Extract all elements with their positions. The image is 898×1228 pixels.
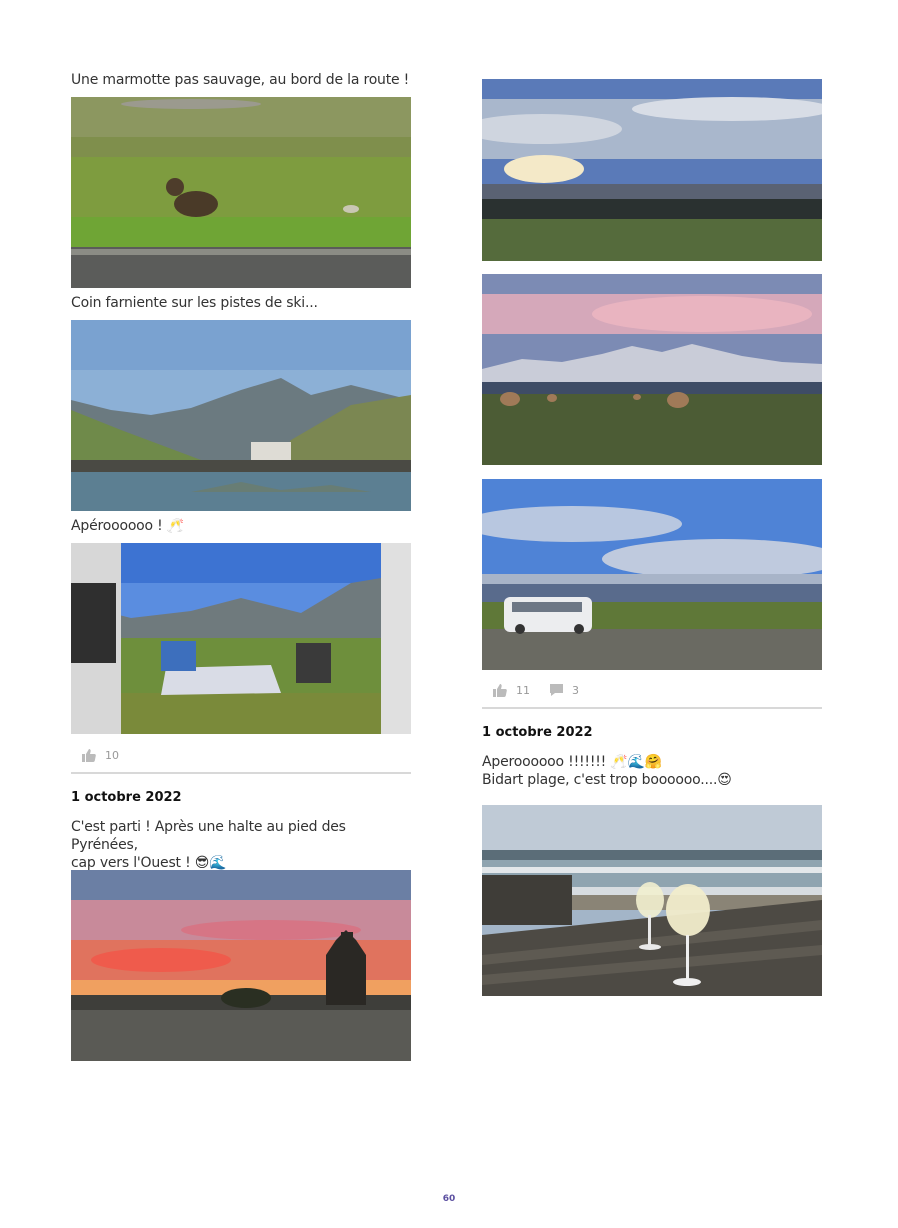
photo-caption-apero: Apéroooooo ! 🥂: [71, 518, 185, 534]
post-text: Aperoooooo !!!!!!! 🥂🌊🤗 Bidart plage, c'e…: [482, 754, 732, 788]
photo-sunset-chapel: [71, 870, 411, 1061]
post-divider: [482, 707, 822, 709]
post-date: 1 octobre 2022: [71, 790, 182, 805]
like-count: 10: [105, 749, 119, 762]
thumbs-up-icon[interactable]: [81, 748, 96, 762]
photo-picnic-table: [71, 543, 411, 734]
page-number: 60: [442, 1194, 456, 1204]
photo-caption-marmot: Une marmotte pas sauvage, au bord de la …: [71, 72, 410, 88]
photo-hay-bales-mountains: [482, 274, 822, 465]
post-date: 1 octobre 2022: [482, 725, 593, 740]
post-stats: 10: [71, 745, 411, 767]
photo-caption-ski-slope: Coin farniente sur les pistes de ski...: [71, 295, 318, 311]
photo-van-field: [482, 479, 822, 670]
photo-cloudy-sunset: [482, 79, 822, 270]
photo-marmot: [71, 97, 411, 288]
post-text: C'est parti ! Après une halte au pied de…: [71, 819, 346, 871]
like-count: 11: [516, 684, 530, 697]
post-divider: [71, 772, 411, 774]
thumbs-up-icon[interactable]: [492, 683, 507, 697]
photo-mountain-lake: [71, 320, 411, 511]
photo-wine-beach: [482, 805, 822, 996]
comment-count: 3: [572, 684, 579, 697]
post-stats: 11 3: [482, 680, 822, 702]
speech-bubble-icon[interactable]: [549, 683, 564, 697]
